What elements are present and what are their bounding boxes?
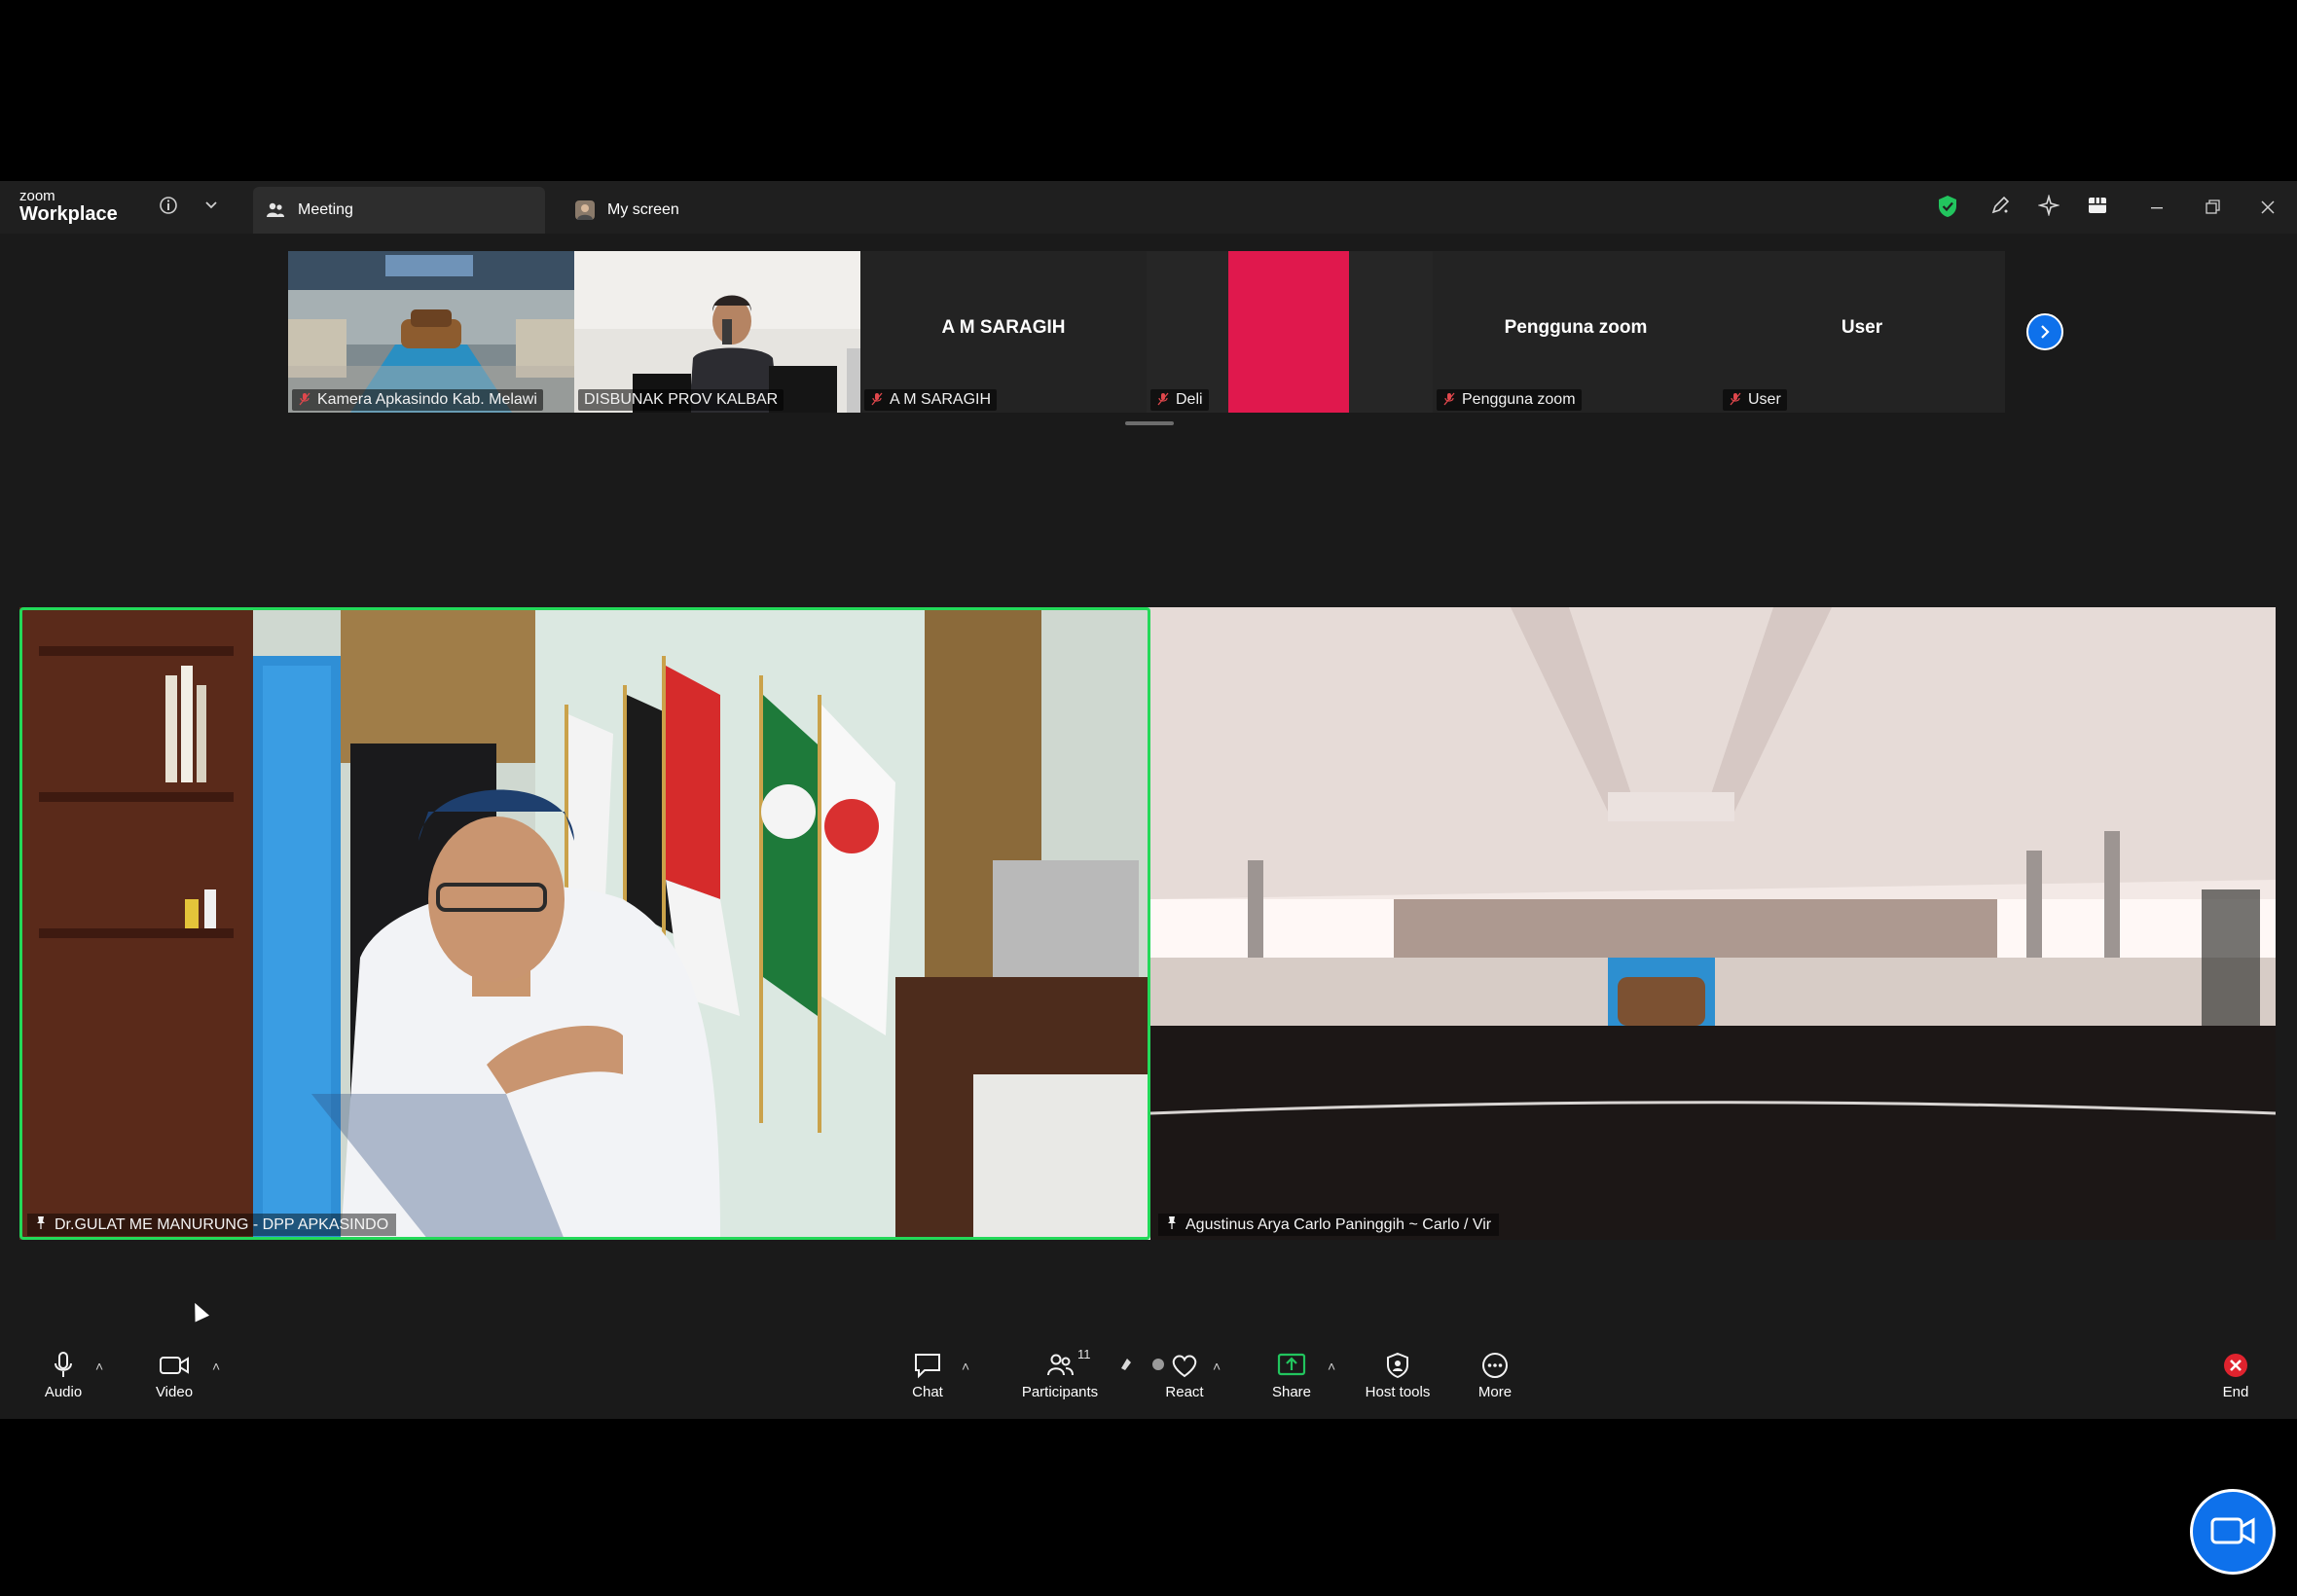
participant-display-name: Pengguna zoom — [1504, 317, 1648, 338]
more-label: More — [1477, 1384, 1513, 1400]
participant-name: DISBUNAK PROV KALBAR — [584, 391, 779, 408]
participant-name-tag: Kamera Apkasindo Kab. Melawi — [292, 389, 543, 411]
chat-label: Chat — [912, 1384, 943, 1400]
participant-name: Deli — [1176, 391, 1203, 408]
video-label: Video — [155, 1384, 194, 1400]
shield-check-icon[interactable] — [1935, 195, 1960, 220]
brand-small-text: zoom — [19, 188, 55, 204]
react-options-chevron-up-icon[interactable]: ˄ — [1213, 1359, 1221, 1374]
participants-button[interactable]: Participants — [1006, 1351, 1113, 1400]
participants-icon — [1006, 1351, 1113, 1382]
share-options-chevron-up-icon[interactable]: ˄ — [1328, 1359, 1335, 1374]
restore-icon[interactable] — [2198, 193, 2227, 222]
participant-name: Pengguna zoom — [1462, 391, 1576, 408]
tab-my-screen-label: My screen — [607, 201, 679, 218]
close-icon[interactable] — [2253, 193, 2282, 222]
participant-thumbnail[interactable]: User User — [1719, 251, 2005, 413]
mic-muted-icon — [1156, 392, 1170, 409]
meeting-area: Kamera Apkasindo Kab. Melawi DISBUNAK PR… — [0, 234, 2297, 1343]
participant-name: User — [1748, 391, 1781, 408]
title-bar: zoom Workplace Meeting My screen — [0, 181, 2297, 234]
grid-view-icon[interactable] — [2085, 195, 2110, 220]
more-button[interactable]: More — [1441, 1351, 1549, 1400]
participant-thumbnail[interactable]: DISBUNAK PROV KALBAR — [574, 251, 860, 413]
participant-name: Dr.GULAT ME MANURUNG - DPP APKASINDO — [55, 1215, 389, 1233]
participant-name: Kamera Apkasindo Kab. Melawi — [317, 391, 537, 408]
pin-icon — [1166, 1215, 1178, 1234]
participant-thumbnail-strip: Kamera Apkasindo Kab. Melawi DISBUNAK PR… — [288, 251, 2011, 413]
active-speaker-tile[interactable]: Dr.GULAT ME MANURUNG - DPP APKASINDO — [19, 607, 1150, 1240]
tab-meeting[interactable]: Meeting — [253, 187, 545, 234]
participant-display-name: User — [1841, 317, 1883, 338]
video-feed — [19, 607, 1150, 1240]
chevron-right-icon — [2041, 325, 2050, 339]
audio-options-chevron-up-icon[interactable]: ˄ — [95, 1359, 103, 1374]
info-icon[interactable] — [156, 195, 181, 220]
participant-name: Agustinus Arya Carlo Paninggih ~ Carlo /… — [1185, 1215, 1492, 1233]
participant-name-tag: Agustinus Arya Carlo Paninggih ~ Carlo /… — [1158, 1214, 1500, 1236]
participant-name-tag: Dr.GULAT ME MANURUNG - DPP APKASINDO — [27, 1214, 397, 1236]
sparkle-icon[interactable] — [2036, 194, 2061, 220]
participant-name-tag: DISBUNAK PROV KALBAR — [578, 389, 784, 411]
end-label: End — [2222, 1384, 2249, 1400]
mic-muted-icon — [1442, 392, 1456, 409]
chat-options-chevron-up-icon[interactable]: ˄ — [962, 1359, 969, 1374]
video-feed — [1150, 607, 2276, 1240]
avatar-icon — [574, 200, 596, 221]
meeting-controls-bar: Audio ˄ Video ˄ Chat ˄ Participants 11 R… — [0, 1343, 2297, 1419]
participant-name-tag: Pengguna zoom — [1437, 389, 1582, 411]
heart-icon — [1131, 1351, 1238, 1382]
brand-big-text: Workplace — [19, 203, 118, 225]
react-button[interactable]: React — [1131, 1351, 1238, 1400]
minimize-icon[interactable] — [2142, 193, 2171, 222]
mic-muted-icon — [1729, 392, 1742, 409]
end-call-icon — [2182, 1351, 2289, 1382]
participant-tile[interactable]: Agustinus Arya Carlo Paninggih ~ Carlo /… — [1150, 607, 2276, 1240]
zoom-workplace-logo: zoom Workplace — [19, 189, 118, 224]
participant-thumbnail[interactable]: Kamera Apkasindo Kab. Melawi — [288, 251, 574, 413]
chevron-down-icon[interactable] — [199, 195, 224, 220]
participant-name-tag: User — [1723, 389, 1787, 411]
host-shield-icon — [1344, 1351, 1451, 1382]
next-page-button[interactable] — [2026, 313, 2063, 350]
host-tools-button[interactable]: Host tools — [1344, 1351, 1451, 1400]
participant-thumbnail[interactable]: Deli — [1147, 251, 1433, 413]
mic-muted-icon — [870, 392, 884, 409]
floating-video-button[interactable] — [2190, 1489, 2276, 1575]
participant-name: A M SARAGIH — [890, 391, 992, 408]
mic-muted-icon — [298, 392, 311, 409]
participants-count: 11 — [1077, 1347, 1091, 1361]
participant-display-name: A M SARAGIH — [941, 317, 1066, 338]
share-label: Share — [1271, 1384, 1312, 1400]
participant-thumbnail[interactable]: A M SARAGIH A M SARAGIH — [860, 251, 1147, 413]
host-tools-label: Host tools — [1365, 1384, 1431, 1400]
tab-meeting-label: Meeting — [298, 201, 353, 218]
participant-thumbnail[interactable]: Pengguna zoom Pengguna zoom — [1433, 251, 1719, 413]
participant-name-tag: Deli — [1150, 389, 1209, 411]
video-camera-icon — [2210, 1517, 2255, 1544]
pen-icon[interactable] — [1987, 195, 2013, 220]
more-dots-icon — [1441, 1351, 1549, 1382]
pin-icon — [35, 1215, 47, 1234]
end-meeting-button[interactable]: End — [2182, 1351, 2289, 1400]
people-icon — [265, 200, 286, 221]
react-label: React — [1165, 1384, 1204, 1400]
tab-my-screen[interactable]: My screen — [563, 187, 855, 234]
video-options-chevron-up-icon[interactable]: ˄ — [212, 1359, 220, 1374]
participant-name-tag: A M SARAGIH — [864, 389, 998, 411]
participants-label: Participants — [1021, 1384, 1099, 1400]
page-indicator — [1125, 421, 1174, 425]
audio-label: Audio — [44, 1384, 83, 1400]
